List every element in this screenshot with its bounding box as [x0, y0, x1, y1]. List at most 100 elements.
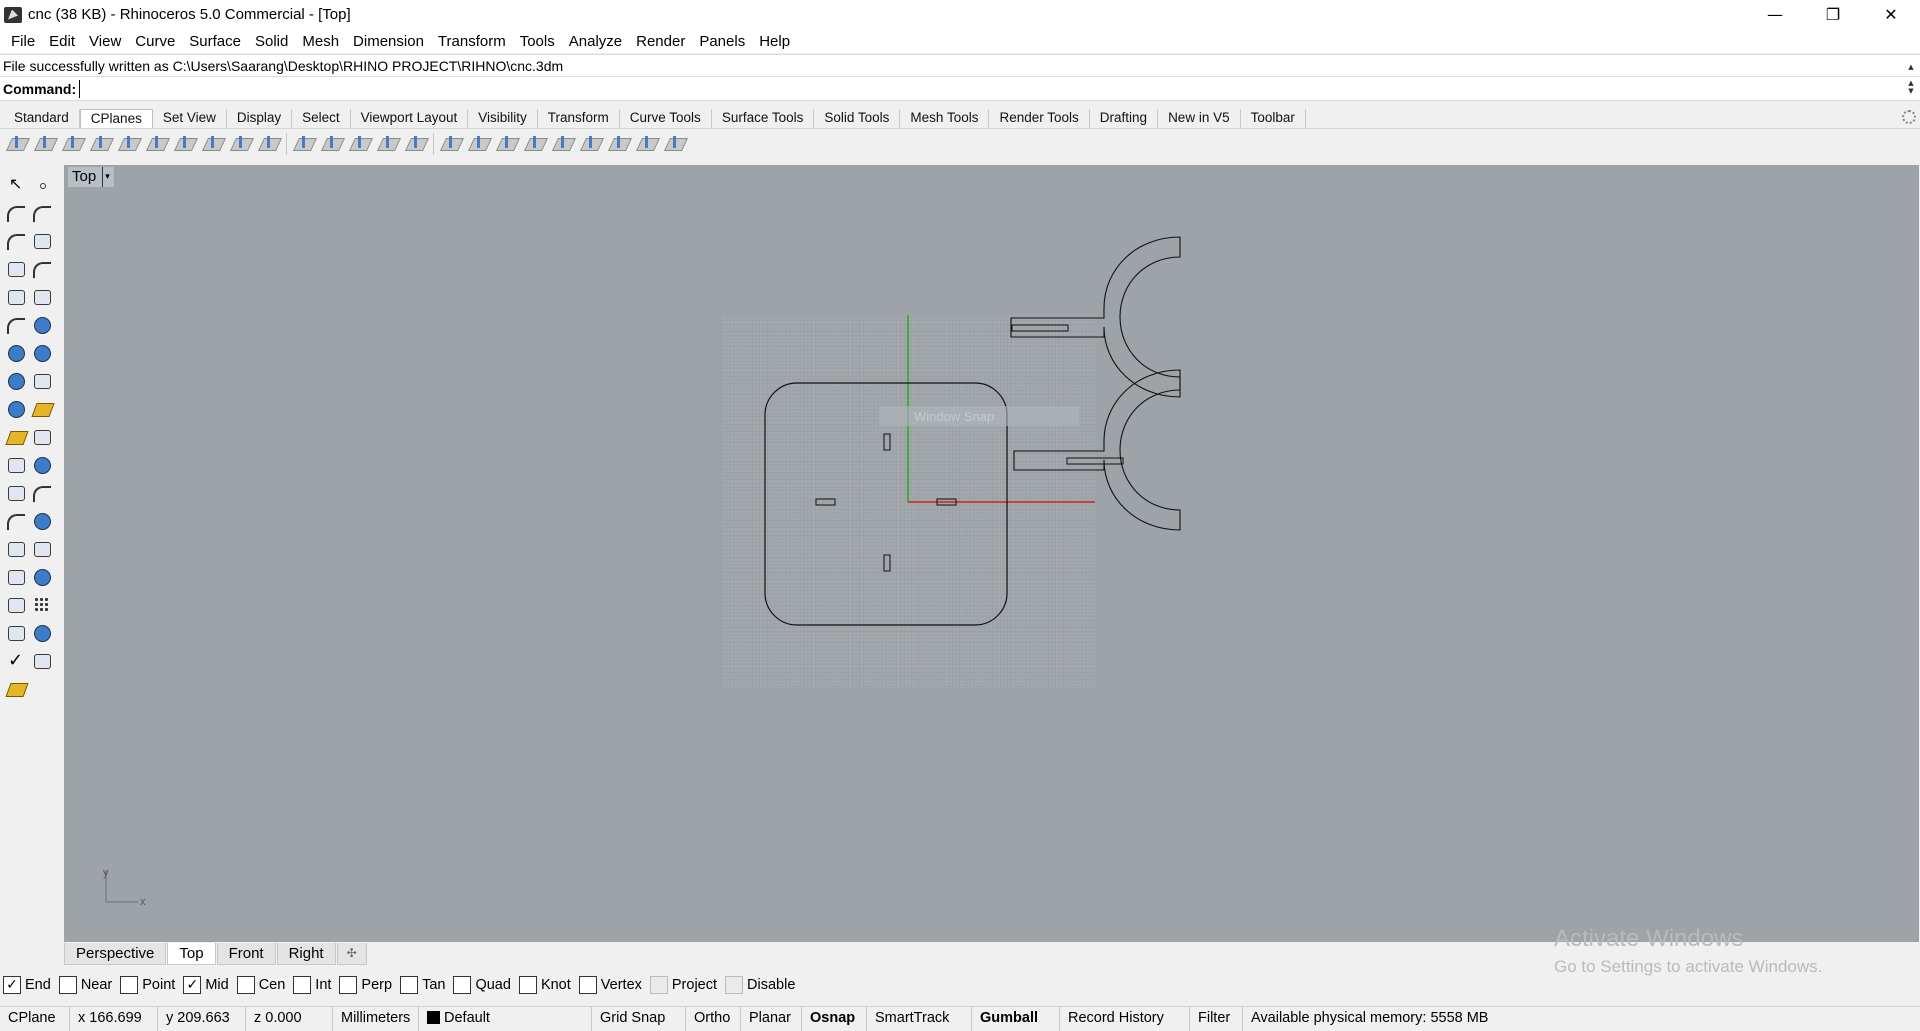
cylinder-icon[interactable]: [31, 370, 53, 392]
osnap-near[interactable]: Near: [58, 976, 112, 994]
smarttrack-toggle[interactable]: SmartTrack: [867, 1006, 972, 1031]
osnap-vertex[interactable]: Vertex: [578, 976, 642, 994]
cplane-elevation-icon[interactable]: [34, 133, 56, 155]
osnap-checkbox[interactable]: [518, 976, 537, 994]
osnap-quad[interactable]: Quad: [453, 976, 511, 994]
tab-new-in-v5[interactable]: New in V5: [1158, 109, 1241, 128]
osnap-disable[interactable]: Disable: [725, 976, 795, 994]
render-icon[interactable]: [31, 454, 53, 476]
tab-toolbar[interactable]: Toolbar: [1241, 109, 1306, 128]
osnap-checkbox[interactable]: ✓: [183, 976, 202, 994]
tab-mesh-tools[interactable]: Mesh Tools: [900, 109, 990, 128]
grid-array-icon[interactable]: [31, 594, 53, 616]
cplane-view-icon[interactable]: [440, 133, 462, 155]
menu-render[interactable]: Render: [629, 33, 692, 50]
cplane-xaxis-icon[interactable]: [146, 133, 168, 155]
grid-snap-toggle[interactable]: Grid Snap: [592, 1006, 686, 1031]
gear-icon[interactable]: [1902, 110, 1916, 124]
command-scroll[interactable]: ▲ ▼: [1904, 79, 1918, 99]
cplane-vertical-icon[interactable]: [202, 133, 224, 155]
menu-view[interactable]: View: [82, 33, 128, 50]
menu-solid[interactable]: Solid: [248, 33, 295, 50]
sphere-icon[interactable]: [5, 370, 27, 392]
viewport-canvas[interactable]: Window Snap: [64, 165, 1919, 942]
tab-drafting[interactable]: Drafting: [1090, 109, 1159, 128]
tab-solid-tools[interactable]: Solid Tools: [814, 109, 901, 128]
chevron-down-icon[interactable]: ▾: [102, 167, 110, 187]
fillet-edge-icon[interactable]: [5, 426, 27, 448]
tab-set-view[interactable]: Set View: [153, 109, 227, 128]
osnap-knot[interactable]: Knot: [518, 976, 571, 994]
scroll-up-icon[interactable]: ▲: [1908, 79, 1913, 87]
status-cplane[interactable]: CPlane: [0, 1006, 70, 1031]
tab-top[interactable]: Top: [167, 943, 216, 965]
status-layer[interactable]: Default: [419, 1006, 592, 1031]
move-icon[interactable]: [31, 510, 53, 532]
planar-toggle[interactable]: Planar: [741, 1006, 802, 1031]
box-icon[interactable]: [31, 342, 53, 364]
history-scroll[interactable]: ▲▼: [1904, 56, 1918, 93]
cplane-next-icon[interactable]: [636, 133, 658, 155]
osnap-tan[interactable]: Tan: [400, 976, 445, 994]
tab-select[interactable]: Select: [292, 109, 351, 128]
extrude-icon[interactable]: [5, 342, 27, 364]
osnap-checkbox[interactable]: [578, 976, 597, 994]
circle-icon[interactable]: [31, 230, 53, 252]
osnap-point[interactable]: Point: [120, 976, 175, 994]
osnap-checkbox[interactable]: [725, 976, 744, 994]
ortho-toggle[interactable]: Ortho: [686, 1006, 741, 1031]
osnap-checkbox[interactable]: ✓: [3, 976, 21, 994]
split-icon[interactable]: [5, 538, 27, 560]
cplane-top-icon[interactable]: [6, 133, 28, 155]
menu-mesh[interactable]: Mesh: [295, 33, 346, 50]
osnap-checkbox[interactable]: [400, 976, 419, 994]
menu-help[interactable]: Help: [752, 33, 797, 50]
dimension-icon[interactable]: [5, 454, 27, 476]
tab-perspective[interactable]: Perspective: [64, 943, 167, 965]
join-icon[interactable]: [31, 566, 53, 588]
point-icon[interactable]: [31, 174, 53, 196]
menu-analyze[interactable]: Analyze: [562, 33, 629, 50]
analyze-icon[interactable]: [5, 622, 27, 644]
mesh-plane-icon[interactable]: [5, 398, 27, 420]
cplane-up-icon[interactable]: [524, 133, 546, 155]
tab-render-tools[interactable]: Render Tools: [989, 109, 1090, 128]
curve-icon[interactable]: [31, 202, 53, 224]
osnap-int[interactable]: Int: [293, 976, 331, 994]
tab-right[interactable]: Right: [276, 943, 336, 965]
osnap-checkbox[interactable]: [58, 976, 77, 994]
osnap-checkbox[interactable]: [453, 976, 472, 994]
osnap-toggle[interactable]: Osnap: [802, 1006, 867, 1031]
osnap-checkbox[interactable]: [339, 976, 358, 994]
scroll-down-icon[interactable]: ▼: [1908, 87, 1913, 95]
tab-front[interactable]: Front: [216, 943, 276, 965]
boolean-icon[interactable]: [31, 426, 53, 448]
cplane-curve-icon[interactable]: [230, 133, 252, 155]
osnap-perp[interactable]: Perp: [339, 976, 392, 994]
close-button[interactable]: ✕: [1862, 0, 1920, 29]
osnap-checkbox[interactable]: [293, 976, 312, 994]
cplane-align-icon[interactable]: [552, 133, 574, 155]
cplane-select-icon[interactable]: [321, 133, 343, 155]
viewport-title[interactable]: Top ▾: [68, 167, 114, 187]
viewport-top[interactable]: Window Snap Top ▾ y x: [64, 165, 1919, 942]
osnap-project[interactable]: Project: [649, 976, 717, 994]
cplane-rotate-icon[interactable]: [118, 133, 140, 155]
gumball-toggle[interactable]: Gumball: [972, 1006, 1060, 1031]
osnap-end[interactable]: ✓ End: [3, 976, 51, 994]
cplane-named-icon[interactable]: [664, 133, 686, 155]
group-icon[interactable]: [5, 482, 27, 504]
tab-transform[interactable]: Transform: [538, 109, 620, 128]
tab-viewport-layout[interactable]: Viewport Layout: [351, 109, 469, 128]
tab-curve-tools[interactable]: Curve Tools: [620, 109, 712, 128]
paint-icon[interactable]: [5, 678, 27, 700]
restore-button[interactable]: ❐: [1804, 0, 1862, 29]
filter-toggle[interactable]: Filter: [1190, 1006, 1243, 1031]
cplane-origin-icon[interactable]: [496, 133, 518, 155]
menu-tools[interactable]: Tools: [513, 33, 562, 50]
control-point-curve-icon[interactable]: [5, 230, 27, 252]
cplane-undo-icon[interactable]: [293, 133, 315, 155]
ellipse-icon[interactable]: [5, 258, 27, 280]
arc-icon[interactable]: [31, 258, 53, 280]
trim-icon[interactable]: [5, 510, 27, 532]
